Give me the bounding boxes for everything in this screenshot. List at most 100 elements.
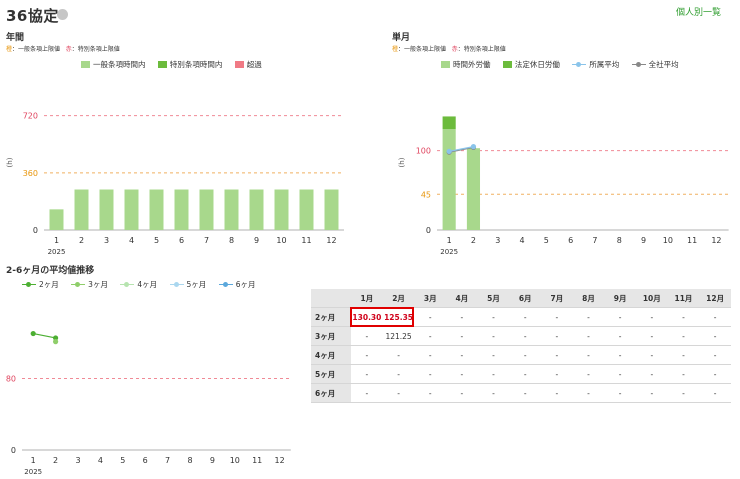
x-tick-label: 10: [663, 236, 673, 245]
bar: [174, 189, 189, 230]
legend-swatch: [502, 61, 512, 68]
bar: [466, 148, 481, 230]
bar: [249, 189, 264, 230]
legend-label: 所属平均: [589, 60, 620, 69]
data-point: [53, 339, 59, 345]
y-tick-label: 0: [11, 446, 16, 455]
column-header: 2月: [382, 289, 415, 308]
table-cell: -: [446, 383, 478, 403]
bar: [224, 189, 239, 230]
table-row: 3ヶ月 -121.25- - - - - - - - - -: [311, 326, 731, 346]
x-tick-label: 5: [120, 456, 125, 465]
x-tick-label: 10: [276, 236, 286, 245]
row-header: 2ヶ月: [311, 307, 352, 327]
y-tick-label: 360: [23, 169, 38, 178]
table-cell: -: [667, 326, 700, 346]
legend-item[interactable]: 超過: [234, 59, 262, 70]
legend-item[interactable]: 3ヶ月: [71, 279, 108, 290]
x-tick-label: 3: [75, 456, 80, 465]
x-tick-label: 7: [165, 456, 170, 465]
table-cell: -: [477, 307, 510, 327]
table-cell: -: [477, 345, 510, 365]
table-cell: -: [604, 326, 636, 346]
legend-label: 2ヶ月: [39, 280, 59, 289]
row-header: 4ヶ月: [311, 345, 352, 365]
legend-swatch: [631, 61, 646, 68]
table-cell: -: [699, 383, 731, 403]
legend-item[interactable]: 4ヶ月: [120, 279, 157, 290]
legend-label: 時間外労働: [453, 60, 491, 69]
row-header: 5ヶ月: [311, 364, 352, 384]
x-tick-label: 12: [275, 456, 285, 465]
table-header-row: 1月 2月 3月 4月 5月 6月 7月 8月 9月 10月 11月 12月: [311, 289, 731, 308]
monthly-legend: 時間外労働 法定休日労働 所属平均 全社平均: [441, 59, 689, 70]
table-cell: -: [414, 383, 447, 403]
page-title: 36協定: [6, 7, 59, 25]
x-tick-label: 8: [229, 236, 234, 245]
legend-item[interactable]: 法定休日労働: [502, 59, 560, 70]
table-header-corner: [311, 289, 352, 308]
table-cell: -: [382, 364, 415, 384]
legend-item[interactable]: 6ヶ月: [218, 279, 255, 290]
y-axis-label: (h): [398, 157, 406, 167]
x-tick-label: 3: [104, 236, 109, 245]
year-label: 2025: [24, 468, 42, 476]
x-tick-label: 1: [54, 236, 59, 245]
x-tick-label: 8: [187, 456, 192, 465]
table-cell: -: [635, 364, 668, 384]
average-title: 2-6ヶ月の平均値推移: [6, 266, 95, 276]
annual-chart: 0360720(h)1 2 3 4 5 6 7 8 9 10 11 122025: [6, 112, 344, 256]
legend-label: 一般条項時間内: [93, 60, 146, 69]
legend-item[interactable]: 全社平均: [631, 59, 679, 70]
x-tick-label: 4: [98, 456, 103, 465]
bar: [99, 189, 114, 230]
x-tick-label: 8: [617, 236, 622, 245]
bar: [199, 189, 214, 230]
help-icon[interactable]: [57, 9, 68, 20]
red-limit-text: ：特別条項上限値: [457, 46, 506, 53]
monthly-chart: 045100(h)1 2 3 4 5 6 7 8 9 10 11 122025: [398, 116, 729, 256]
table-cell: -: [635, 307, 668, 327]
table-cell: -: [446, 326, 478, 346]
table-cell: -: [509, 364, 542, 384]
annual-legend: 一般条項時間内 特別条項時間内 超過: [81, 59, 272, 70]
x-tick-label: 4: [520, 236, 525, 245]
column-header: 3月: [414, 289, 447, 308]
table-cell: -: [414, 345, 447, 365]
individual-list-link[interactable]: 個人別一覧: [676, 5, 721, 18]
table-cell: -: [541, 364, 573, 384]
x-tick-label: 9: [254, 236, 259, 245]
x-tick-label: 1: [447, 236, 452, 245]
table-cell: -: [635, 345, 668, 365]
table-cell: -: [541, 383, 573, 403]
table-cell: -: [635, 326, 668, 346]
legend-item[interactable]: 特別条項時間内: [157, 59, 222, 70]
table-cell: -: [351, 326, 383, 346]
table-cell: -: [351, 345, 383, 365]
row-header: 6ヶ月: [311, 383, 352, 403]
x-tick-label: 6: [179, 236, 184, 245]
x-tick-label: 11: [301, 236, 311, 245]
table-cell: -: [477, 383, 510, 403]
legend-item[interactable]: 2ヶ月: [22, 279, 59, 290]
y-tick-label: 100: [416, 147, 431, 156]
legend-item[interactable]: 所属平均: [572, 59, 619, 70]
legend-label: 超過: [246, 60, 262, 69]
table-cell: -: [699, 307, 731, 327]
table-cell: -: [572, 326, 605, 346]
legend-item[interactable]: 5ヶ月: [169, 279, 206, 290]
legend-swatch: [81, 61, 90, 68]
table-cell: -: [667, 364, 700, 384]
legend-label: 3ヶ月: [88, 280, 108, 289]
table-cell: -: [414, 307, 447, 327]
data-point: [30, 330, 36, 337]
year-label: 2025: [440, 248, 458, 256]
table-cell: -: [477, 326, 510, 346]
x-tick-label: 7: [204, 236, 209, 245]
orange-limit-text: ：一般条項上限値: [12, 46, 61, 53]
column-header: 5月: [477, 289, 510, 308]
x-tick-label: 1: [31, 456, 36, 465]
legend-item[interactable]: 時間外労働: [441, 59, 491, 70]
legend-item[interactable]: 一般条項時間内: [81, 59, 146, 70]
column-header: 10月: [635, 289, 668, 308]
